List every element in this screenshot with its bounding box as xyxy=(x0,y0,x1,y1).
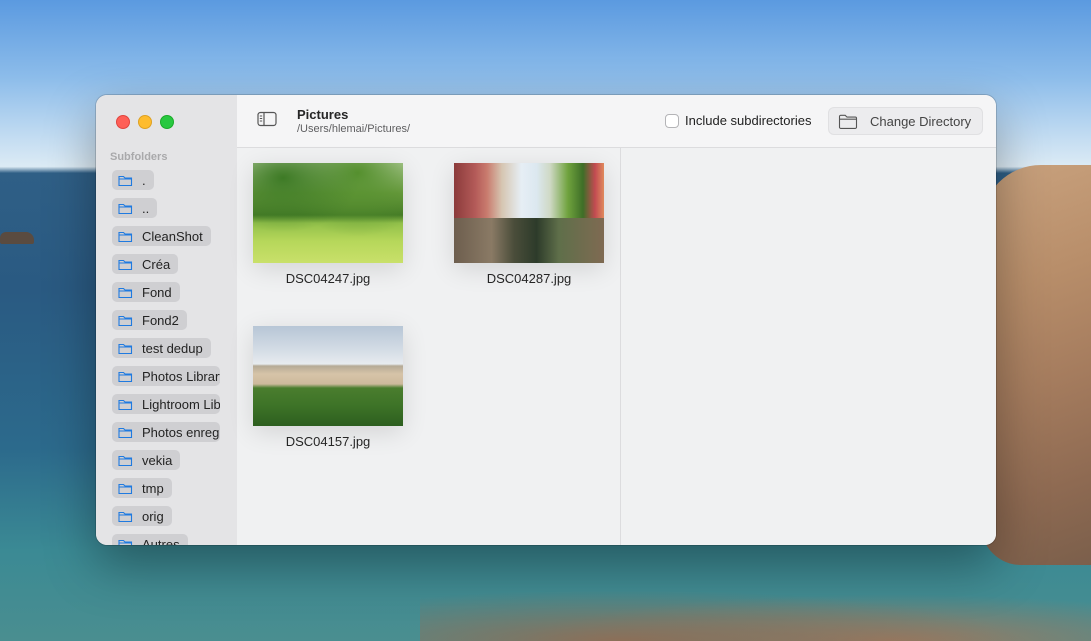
subfolder-label: tmp xyxy=(142,480,164,496)
folder-icon xyxy=(118,539,133,545)
folder-icon xyxy=(118,511,133,522)
folder-icon xyxy=(118,287,133,298)
photo-image[interactable] xyxy=(253,326,403,426)
subfolder-item-parent[interactable]: .. xyxy=(112,198,158,218)
subfolder-item-crea[interactable]: Créa xyxy=(112,254,179,274)
photo-filename: DSC04247.jpg xyxy=(285,271,371,286)
subfolder-label: Autres xyxy=(142,536,180,546)
maximize-window-button[interactable] xyxy=(160,115,174,129)
folder-icon xyxy=(118,399,133,410)
close-window-button[interactable] xyxy=(116,115,130,129)
include-subdirectories-label: Include subdirectories xyxy=(685,113,812,128)
subfolder-item-vekia[interactable]: vekia xyxy=(112,450,181,470)
desktop-rock-left xyxy=(0,232,34,244)
include-subdirectories-checkbox[interactable] xyxy=(665,113,679,128)
folder-icon xyxy=(118,175,133,186)
sidebar: Subfolders . .. CleanShot Créa Fond Fond… xyxy=(96,95,237,545)
sidebar-toggle-icon[interactable] xyxy=(257,111,277,127)
window-controls xyxy=(116,115,174,129)
folder-icon xyxy=(118,315,133,326)
subfolder-label: test dedup xyxy=(142,340,203,356)
subfolder-item-photos-library[interactable]: Photos Library xyxy=(112,366,220,386)
photo-image[interactable] xyxy=(454,163,604,263)
directory-path: /Users/hlemai/Pictures/ xyxy=(297,123,411,135)
subfolder-label: . xyxy=(142,172,146,188)
subfolder-item-photos-enregistrees[interactable]: Photos enregistrées xyxy=(112,422,220,442)
folder-icon xyxy=(118,231,133,242)
folder-icon xyxy=(118,483,133,494)
subfolder-item-orig[interactable]: orig xyxy=(112,506,172,526)
subfolder-item-cleanshot[interactable]: CleanShot xyxy=(112,226,211,246)
desktop-rocks-bottom xyxy=(420,581,1091,641)
window-title: Pictures xyxy=(297,107,349,122)
photo-image[interactable] xyxy=(253,163,403,263)
folder-icon xyxy=(118,427,133,438)
photo-filename: DSC04287.jpg xyxy=(486,271,572,286)
subfolder-label: orig xyxy=(142,508,164,524)
desktop-rocks xyxy=(981,165,1091,565)
photo-thumbnail[interactable]: DSC04157.jpg xyxy=(253,326,403,449)
subfolder-item-autres[interactable]: Autres xyxy=(112,534,188,545)
subfolders-heading: Subfolders xyxy=(110,151,168,163)
photo-grid: DSC04247.jpg DSC04287.jpg DSC04157.jpg xyxy=(237,148,621,545)
subfolder-label: Lightroom Library xyxy=(142,396,220,412)
subfolder-item-lightroom[interactable]: Lightroom Library xyxy=(112,394,220,414)
subfolder-item-test-dedup[interactable]: test dedup xyxy=(112,338,211,358)
subfolder-label: Photos Library xyxy=(142,368,220,384)
subfolder-label: vekia xyxy=(142,452,173,468)
change-directory-button[interactable]: Change Directory xyxy=(828,107,983,135)
photo-filename: DSC04157.jpg xyxy=(285,434,371,449)
photo-thumbnail[interactable]: DSC04287.jpg xyxy=(454,163,604,286)
folder-icon xyxy=(118,203,133,214)
subfolder-list[interactable]: . .. CleanShot Créa Fond Fond2 test dedu… xyxy=(112,170,237,545)
folder-icon xyxy=(118,371,133,382)
photo-thumbnail[interactable]: DSC04247.jpg xyxy=(253,163,403,286)
subfolder-item-fond[interactable]: Fond xyxy=(112,282,180,302)
subfolder-label: Fond xyxy=(142,284,172,300)
detail-pane xyxy=(621,148,996,545)
subfolder-label: Photos enregistrées xyxy=(142,424,220,440)
folder-outline-icon xyxy=(838,114,858,129)
folder-icon xyxy=(118,455,133,466)
subfolder-label: CleanShot xyxy=(142,228,203,244)
minimize-window-button[interactable] xyxy=(138,115,152,129)
subfolder-item-tmp[interactable]: tmp xyxy=(112,478,172,498)
toolbar: Pictures /Users/hlemai/Pictures/ Include… xyxy=(237,95,996,148)
folder-icon xyxy=(118,259,133,270)
subfolder-item-fond2[interactable]: Fond2 xyxy=(112,310,187,330)
subfolder-label: Fond2 xyxy=(142,312,179,328)
app-window: Subfolders . .. CleanShot Créa Fond Fond… xyxy=(96,95,996,545)
subfolder-label: .. xyxy=(142,200,150,216)
include-subdirectories-toggle[interactable]: Include subdirectories xyxy=(665,113,811,128)
subfolder-label: Créa xyxy=(142,256,171,272)
subfolder-item-current[interactable]: . xyxy=(112,170,154,190)
folder-icon xyxy=(118,343,133,354)
change-directory-label: Change Directory xyxy=(870,113,972,129)
